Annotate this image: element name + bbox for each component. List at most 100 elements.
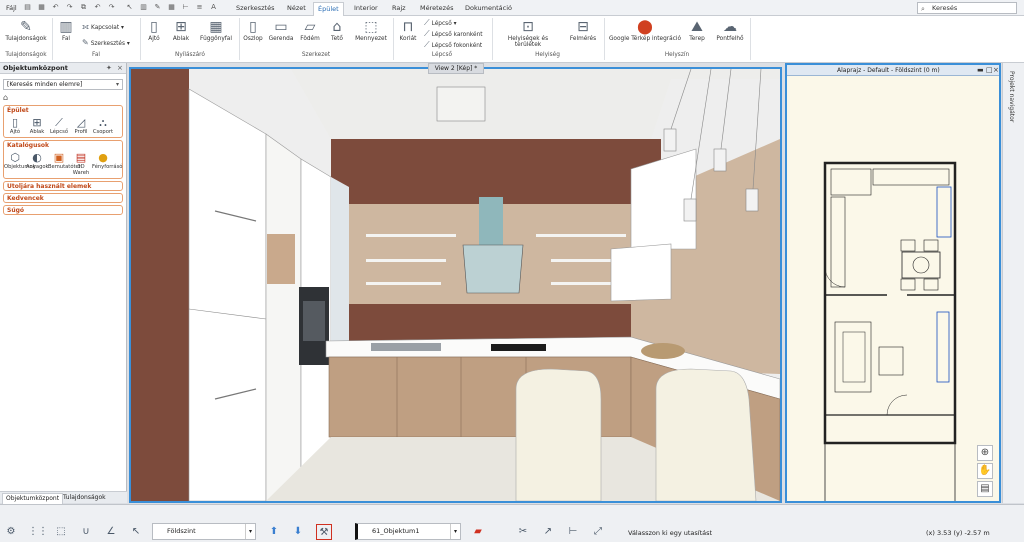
pencil-icon[interactable]: ✎	[152, 2, 163, 13]
eraser-icon[interactable]: ▰	[470, 524, 486, 540]
catalog-item-3d-warehouse[interactable]: ▤3D Wareh	[70, 151, 92, 176]
floorplan-tools: ⊕ ✋ ▤	[977, 445, 995, 499]
arrow-down-icon[interactable]: ⬇	[290, 524, 306, 540]
catalog-item-group[interactable]: ⛬Csoport	[92, 116, 114, 135]
floor-plan-drawing	[787, 77, 999, 503]
chevron-down-icon: ▾	[450, 524, 460, 539]
zoom-icon[interactable]: ⊕	[977, 445, 993, 461]
catalog-item-objects[interactable]: ⬡Objektumok	[4, 151, 26, 176]
tab-interior[interactable]: Interior	[350, 2, 382, 16]
catalog-item-profile[interactable]: ◿Profil	[70, 116, 92, 135]
angle-icon[interactable]: ∠	[103, 524, 119, 540]
redo-icon[interactable]: ↷	[106, 2, 117, 13]
arrow-up-icon[interactable]: ⬆	[266, 524, 282, 540]
pan-hand-icon[interactable]: ✋	[977, 463, 993, 479]
search-input[interactable]: ⌕ Keresés	[917, 2, 1017, 14]
layers-icon[interactable]: ▤	[977, 481, 993, 497]
stair-flight-button[interactable]: ⟋Lépcső karonként	[424, 29, 483, 39]
measure-icon[interactable]: ⊢	[565, 524, 581, 540]
axis-icon[interactable]: ↗	[540, 524, 556, 540]
wall-button[interactable]: ▥Fal	[56, 19, 76, 42]
column-button[interactable]: ▯Oszlop	[241, 19, 265, 42]
edit-button[interactable]: ✎Szerkesztés ▾	[82, 38, 130, 47]
close-icon[interactable]: ×	[993, 65, 999, 76]
home-icon[interactable]: ⌂	[3, 93, 13, 102]
project-navigator-panel[interactable]: Projekt navigátor	[1002, 63, 1024, 503]
tab-rajz[interactable]: Rajz	[388, 2, 410, 16]
tab-epulet[interactable]: Épület	[313, 2, 344, 16]
view-tab[interactable]: View 2 [Kép] *	[428, 63, 484, 74]
point-cloud-button[interactable]: ☁Pontfelhő	[713, 19, 747, 42]
object-search-input[interactable]: [Keresés minden elemre] ▾	[3, 79, 123, 90]
gear-icon[interactable]: ⚙	[3, 524, 19, 540]
catalog-item-showroom[interactable]: ▣Bemutatóter	[48, 151, 70, 176]
layer-select[interactable]: 61_Objektum1 ▾	[355, 523, 461, 540]
title-bar: Fájl ▤ ▦ ↶ ↷ ⧉ ↶ ↷ ↖ ▥ ✎ ▦ ⊢ ≡ A Szerkes…	[0, 0, 1024, 16]
minimize-icon[interactable]: ▬	[977, 65, 984, 76]
undo-icon[interactable]: ↶	[92, 2, 103, 13]
object-center-panel: Objektumközpont ✦ × [Keresés minden elem…	[0, 63, 127, 503]
stair-button[interactable]: ⟋Lépcső ▾	[424, 18, 457, 28]
cursor-icon[interactable]: ↖	[128, 524, 144, 540]
search-icon: ⌕	[921, 4, 925, 14]
cursor-icon[interactable]: ↖	[124, 2, 135, 13]
floorplan-viewport[interactable]: Alaprajz - Default - Földszint (0 m) ▬ □…	[785, 63, 1001, 503]
connection-button[interactable]: ⟗Kapcsolat ▾	[82, 22, 124, 32]
cut-icon[interactable]: ✂	[515, 524, 531, 540]
catalog-item-stair[interactable]: ⟋Lépcső	[48, 116, 70, 135]
properties-icon: ✎	[4, 19, 48, 35]
section-help[interactable]: Súgó	[3, 205, 123, 215]
curtain-wall-button[interactable]: ▦Függönyfal	[196, 19, 236, 42]
stair-step-button[interactable]: ⟋Lépcső fokonként	[424, 40, 482, 50]
tab-properties[interactable]: Tulajdonságok	[60, 493, 109, 503]
snap-icon[interactable]: ⤢	[590, 524, 606, 540]
copy-icon[interactable]: ⧉	[78, 2, 89, 13]
save-icon[interactable]: ▦	[36, 2, 47, 13]
undo-icon[interactable]: ↶	[50, 2, 61, 13]
ceiling-icon: ⬚	[352, 19, 390, 35]
redo-icon[interactable]: ↷	[64, 2, 75, 13]
google-maps-button[interactable]: ⬤Google Térkép integráció	[607, 19, 683, 42]
railing-button[interactable]: ⊓Korlát	[396, 19, 420, 42]
tab-nezet[interactable]: Nézet	[283, 2, 310, 16]
range-hood	[479, 197, 503, 245]
magnet-icon[interactable]: ∪	[78, 524, 94, 540]
section-recent[interactable]: Utoljára használt elemek	[3, 181, 123, 191]
tab-meretezes[interactable]: Méretezés	[416, 2, 457, 16]
wall-icon[interactable]: ▥	[138, 2, 149, 13]
survey-button[interactable]: ⊟Felmérés	[566, 19, 600, 42]
section-favorites[interactable]: Kedvencek	[3, 193, 123, 203]
catalog-item-window[interactable]: ⊞Ablak	[26, 116, 48, 135]
ceiling-button[interactable]: ⬚Mennyezet	[352, 19, 390, 42]
group-label: Szerkezet	[241, 52, 391, 58]
catalog-item-materials[interactable]: ◐Anyagok	[26, 151, 48, 176]
frame-icon[interactable]: ⬚	[53, 524, 69, 540]
window-button[interactable]: ⊞Ablak	[168, 19, 194, 42]
properties-button[interactable]: ✎Tulajdonságok	[4, 19, 48, 42]
terrain-button[interactable]: ⛰Terep	[686, 19, 708, 42]
beam-button[interactable]: ▭Gerenda	[267, 19, 295, 42]
3d-viewport[interactable]	[129, 67, 782, 503]
catalog-item-door[interactable]: ▯Ajtó	[4, 116, 26, 135]
ruler-icon[interactable]: ⊢	[180, 2, 191, 13]
open-icon[interactable]: ▤	[22, 2, 33, 13]
slab-icon: ▱	[297, 19, 323, 35]
grid-icon[interactable]: ▦	[166, 2, 177, 13]
close-icon[interactable]: ×	[117, 63, 123, 74]
3d-hammer-icon[interactable]: ⚒	[316, 524, 332, 540]
tab-szerkesztes[interactable]: Szerkesztés	[232, 2, 278, 16]
kitchen-render	[131, 69, 780, 501]
file-menu[interactable]: Fájl	[2, 2, 21, 16]
roof-button[interactable]: ⌂Tető	[325, 19, 349, 42]
floor-select[interactable]: Földszint ▾	[152, 523, 256, 540]
text-icon[interactable]: A	[208, 2, 219, 13]
grid-icon[interactable]: ⋮⋮	[28, 524, 44, 540]
door-button[interactable]: ▯Ajtó	[144, 19, 164, 42]
pin-icon[interactable]: ✦	[106, 63, 112, 74]
tab-dokumentacio[interactable]: Dokumentáció	[461, 2, 516, 16]
slab-button[interactable]: ▱Födém	[297, 19, 323, 42]
maximize-icon[interactable]: □	[986, 65, 993, 76]
stair-icon[interactable]: ≡	[194, 2, 205, 13]
catalog-item-lights[interactable]: ●Fényforrásó	[92, 151, 114, 176]
rooms-button[interactable]: ⊡Helyiségek és területek	[495, 19, 561, 48]
